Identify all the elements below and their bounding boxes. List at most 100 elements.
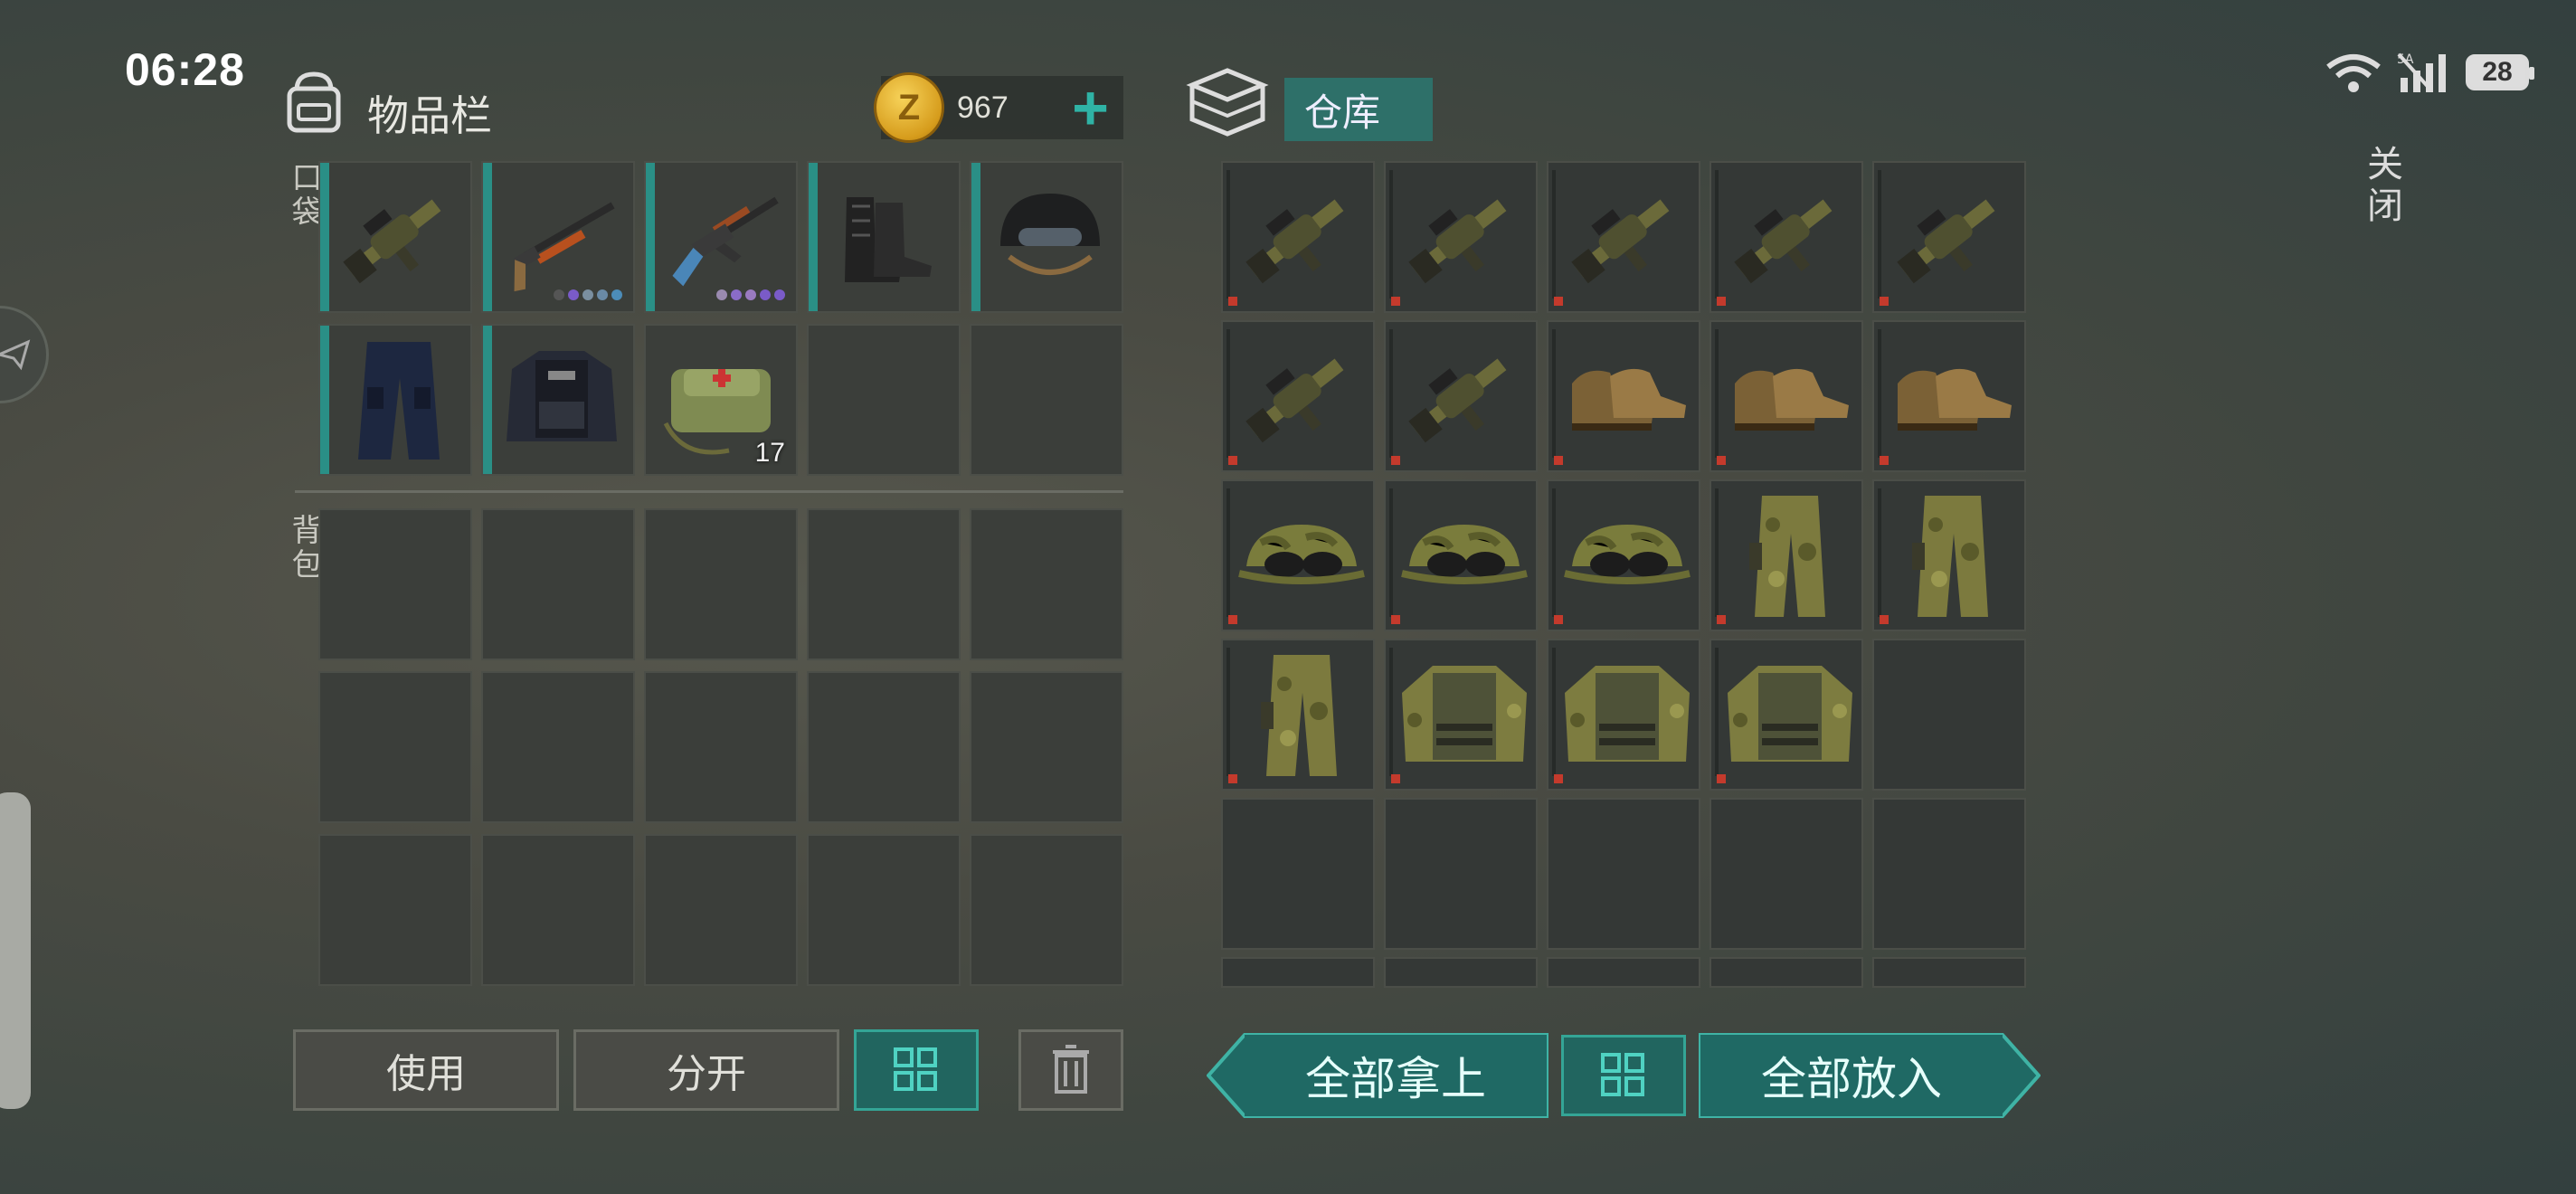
storage-slot-grenade-launcher[interactable] [1221,320,1375,472]
backpack-slot[interactable] [807,508,961,660]
attachment-dots [554,289,622,300]
status-icons: 5A 28 [2325,51,2534,94]
network-type: 5A [2397,52,2414,67]
camo-cap-goggles-icon [1559,488,1695,624]
pocket-slot-shotgun[interactable] [481,161,635,313]
storage-slot-empty[interactable] [1872,957,2026,988]
backpack-slot[interactable] [644,834,798,986]
pocket-slot-black-boots[interactable] [807,161,961,313]
side-drawer-handle[interactable] [0,306,49,403]
battery-icon: 28 [2466,54,2534,90]
storage-slot-camo-cap[interactable] [1221,479,1375,631]
backpack-slot[interactable] [481,834,635,986]
storage-slot-empty[interactable] [1384,798,1538,950]
backpack-slot[interactable] [644,508,798,660]
storage-slot-camo-pants[interactable] [1872,479,2026,631]
trash-button[interactable] [1018,1029,1123,1111]
storage-sort-button[interactable] [1561,1035,1686,1116]
storage-slot-empty[interactable] [1221,798,1375,950]
police-vest-icon [494,333,630,469]
grenade-launcher-icon [1397,329,1532,465]
storage-slot-camo-jacket[interactable] [1384,639,1538,791]
grenade-launcher-icon [1397,170,1532,306]
inventory-sort-button[interactable] [854,1029,979,1111]
backpack-slot[interactable] [970,671,1123,823]
sort-grid-icon [894,1047,937,1091]
storage-slot-empty[interactable] [1709,798,1863,950]
backpack-slot[interactable] [481,671,635,823]
storage-crate-icon [1186,68,1269,137]
storage-slot-camo-pants[interactable] [1221,639,1375,791]
storage-slot-tan-boots[interactable] [1709,320,1863,472]
backpack-slot[interactable] [318,508,472,660]
signal-icon: 5A [2397,52,2446,92]
backpack-slot[interactable] [970,834,1123,986]
camo-armor-jacket-icon [1559,648,1695,783]
grenade-launcher-icon [1559,170,1695,306]
split-button[interactable]: 分开 [573,1029,839,1111]
coin-amount: 967 [957,90,1009,125]
storage-slot-grenade-launcher[interactable] [1547,161,1700,313]
backpack-slot[interactable] [970,508,1123,660]
z-coin-icon: Z [874,72,944,143]
storage-slot-grenade-launcher[interactable] [1872,161,2026,313]
pocket-slot-empty[interactable] [807,324,961,476]
backpack-slot[interactable] [807,671,961,823]
camo-armor-jacket-icon [1397,648,1532,783]
storage-slot-grenade-launcher[interactable] [1384,320,1538,472]
backpack-slot[interactable] [318,834,472,986]
tan-boots-icon [1885,329,2021,465]
backpack-slot[interactable] [644,671,798,823]
tan-boots-icon [1722,329,1858,465]
camo-armor-jacket-icon [1722,648,1858,783]
pocket-slot-empty[interactable] [970,324,1123,476]
take-all-button[interactable]: 全部拿上 [1245,1035,1547,1116]
put-all-button[interactable]: 全部放入 [1700,1035,2003,1116]
storage-slot-grenade-launcher[interactable] [1709,161,1863,313]
add-coins-button[interactable]: + [1072,76,1109,139]
storage-slot-empty[interactable] [1872,798,2026,950]
trash-icon [1053,1045,1089,1094]
storage-tab[interactable]: 仓库 [1284,78,1433,141]
storage-slot-empty[interactable] [1221,957,1375,988]
storage-slot-camo-cap[interactable] [1547,479,1700,631]
backpack-icon [287,71,341,133]
use-button[interactable]: 使用 [293,1029,559,1111]
grenade-launcher-icon [1885,170,2021,306]
storage-slot-camo-jacket[interactable] [1709,639,1863,791]
pocket-slot-police-vest[interactable] [481,324,635,476]
storage-slot-empty[interactable] [1709,957,1863,988]
shotgun-icon [494,170,630,306]
storage-slot-camo-pants[interactable] [1709,479,1863,631]
close-button[interactable]: 关闭 [2355,145,2408,228]
storage-slot-camo-cap[interactable] [1384,479,1538,631]
pocket-slot-helmet[interactable] [970,161,1123,313]
backpack-slot[interactable] [481,508,635,660]
helmet-icon [982,170,1118,306]
pocket-slot-medkit[interactable]: 17 [644,324,798,476]
storage-slot-empty[interactable] [1872,639,2026,791]
grenade-launcher-icon [331,170,467,306]
camo-pants-icon [1885,488,2021,624]
grenade-launcher-icon [1722,170,1858,306]
assault-rifle-icon [657,170,792,306]
backpack-slot[interactable] [318,671,472,823]
storage-slot-empty[interactable] [1547,957,1700,988]
status-time: 06:28 [125,44,245,95]
paper-plane-icon [0,339,31,371]
storage-slot-camo-jacket[interactable] [1547,639,1700,791]
sort-grid-icon [1601,1053,1644,1096]
pocket-slot-police-pants[interactable] [318,324,472,476]
police-pants-icon [331,333,467,469]
backpack-slot[interactable] [807,834,961,986]
pocket-slot-assault-rifle[interactable] [644,161,798,313]
storage-slot-tan-boots[interactable] [1872,320,2026,472]
wifi-icon [2326,54,2381,92]
storage-slot-grenade-launcher[interactable] [1221,161,1375,313]
storage-slot-empty[interactable] [1547,798,1700,950]
pocket-slot-grenade-launcher[interactable] [318,161,472,313]
storage-slot-grenade-launcher[interactable] [1384,161,1538,313]
storage-slot-empty[interactable] [1384,957,1538,988]
storage-slot-tan-boots[interactable] [1547,320,1700,472]
side-scroll-handle[interactable] [0,792,31,1109]
